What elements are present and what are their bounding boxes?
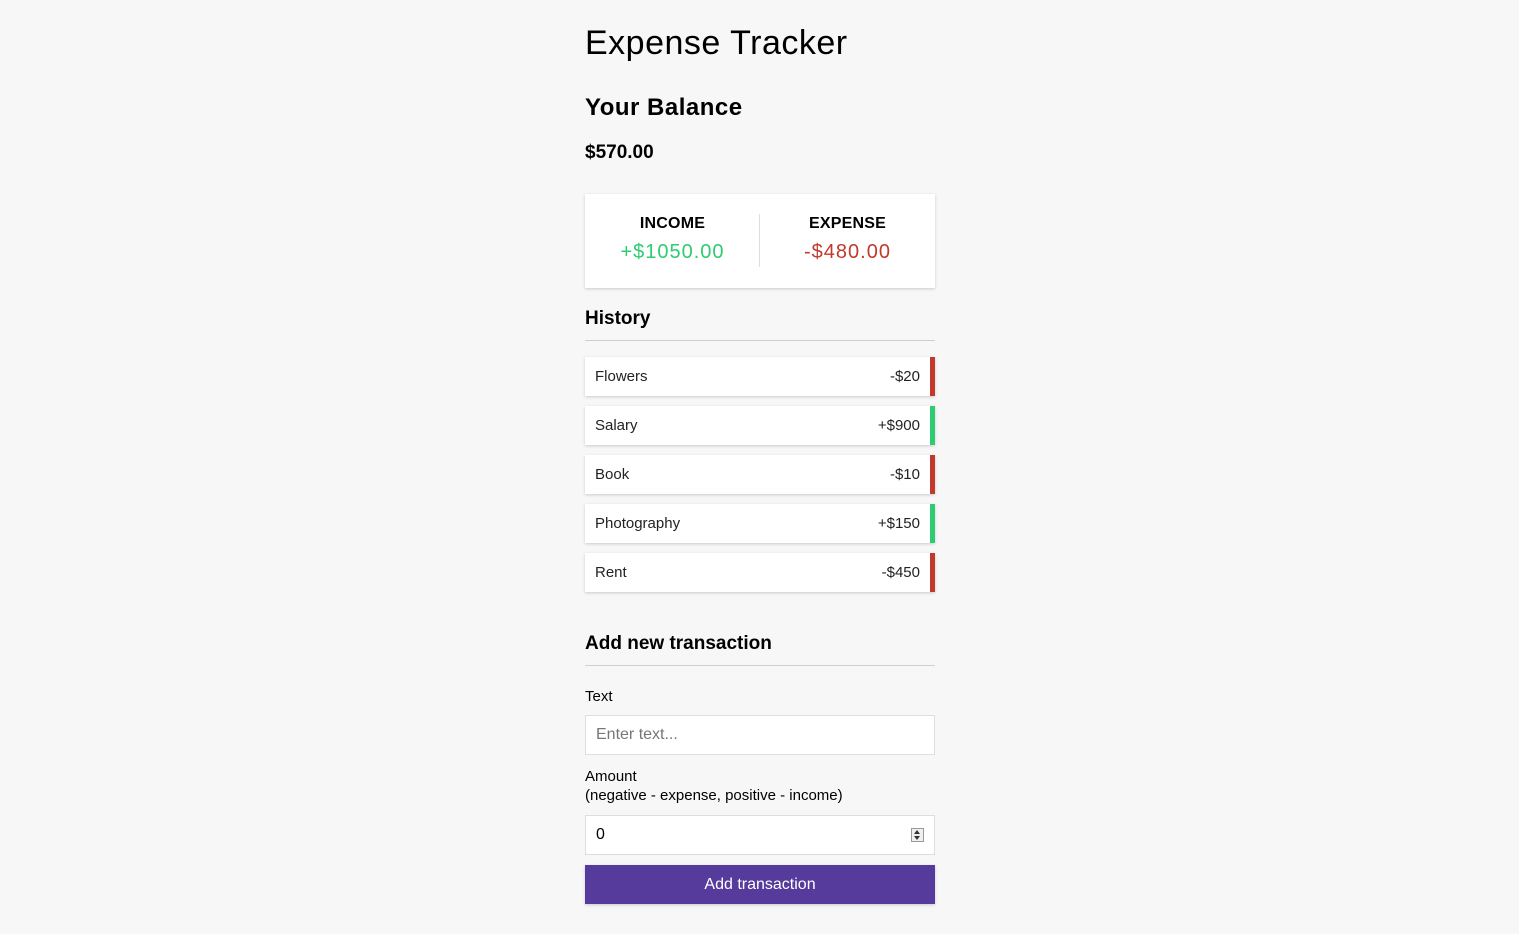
balance-value: $570.00: [585, 142, 654, 163]
income-indicator: [930, 504, 935, 543]
income-label: INCOME: [639, 215, 706, 232]
income-indicator: [930, 406, 935, 445]
balance-label: Your Balance: [585, 94, 743, 121]
income-expense-summary: INCOME +$1050.00 EXPENSE -$480.00: [585, 194, 935, 288]
add-transaction-title: Add new transaction: [585, 631, 935, 666]
transaction-text: Flowers: [595, 368, 648, 385]
history-title: History: [585, 306, 935, 341]
expense-value: -$480.00: [804, 241, 891, 263]
transaction-amount: +$900: [877, 417, 920, 434]
transaction-amount: -$20: [889, 368, 920, 385]
expense-indicator: [930, 455, 935, 494]
spinner-down-icon[interactable]: [914, 836, 920, 840]
amount-input[interactable]: [585, 815, 935, 855]
transaction-amount: +$150: [877, 515, 920, 532]
amount-field: [585, 815, 935, 855]
transaction-list: Flowers -$20 Salary +$900 Book -$10 Phot…: [585, 357, 935, 602]
transaction-text: Rent: [595, 564, 627, 581]
transaction-item[interactable]: Book -$10: [585, 455, 935, 494]
transaction-item[interactable]: Salary +$900: [585, 406, 935, 445]
text-label: Text: [585, 688, 613, 705]
add-transaction-button[interactable]: Add transaction: [585, 865, 935, 904]
expense-indicator: [930, 357, 935, 396]
income-summary: INCOME +$1050.00: [585, 214, 760, 265]
amount-label: Amount: [585, 768, 637, 785]
income-value: +$1050.00: [620, 241, 725, 263]
transaction-item[interactable]: Rent -$450: [585, 553, 935, 592]
number-spinner-icon[interactable]: [911, 828, 924, 842]
transaction-text: Salary: [595, 417, 638, 434]
spinner-up-icon[interactable]: [914, 830, 920, 834]
transaction-amount: -$450: [881, 564, 920, 581]
transaction-amount: -$10: [889, 466, 920, 483]
expense-label: EXPENSE: [809, 215, 886, 232]
transaction-item[interactable]: Photography +$150: [585, 504, 935, 543]
transaction-item[interactable]: Flowers -$20: [585, 357, 935, 396]
text-input[interactable]: [585, 715, 935, 755]
expense-summary: EXPENSE -$480.00: [760, 214, 935, 265]
expense-indicator: [930, 553, 935, 592]
transaction-text: Photography: [595, 515, 681, 532]
transaction-text: Book: [595, 466, 630, 483]
app-title: Expense Tracker: [585, 24, 848, 62]
amount-hint: (negative - expense, positive - income): [585, 787, 843, 804]
